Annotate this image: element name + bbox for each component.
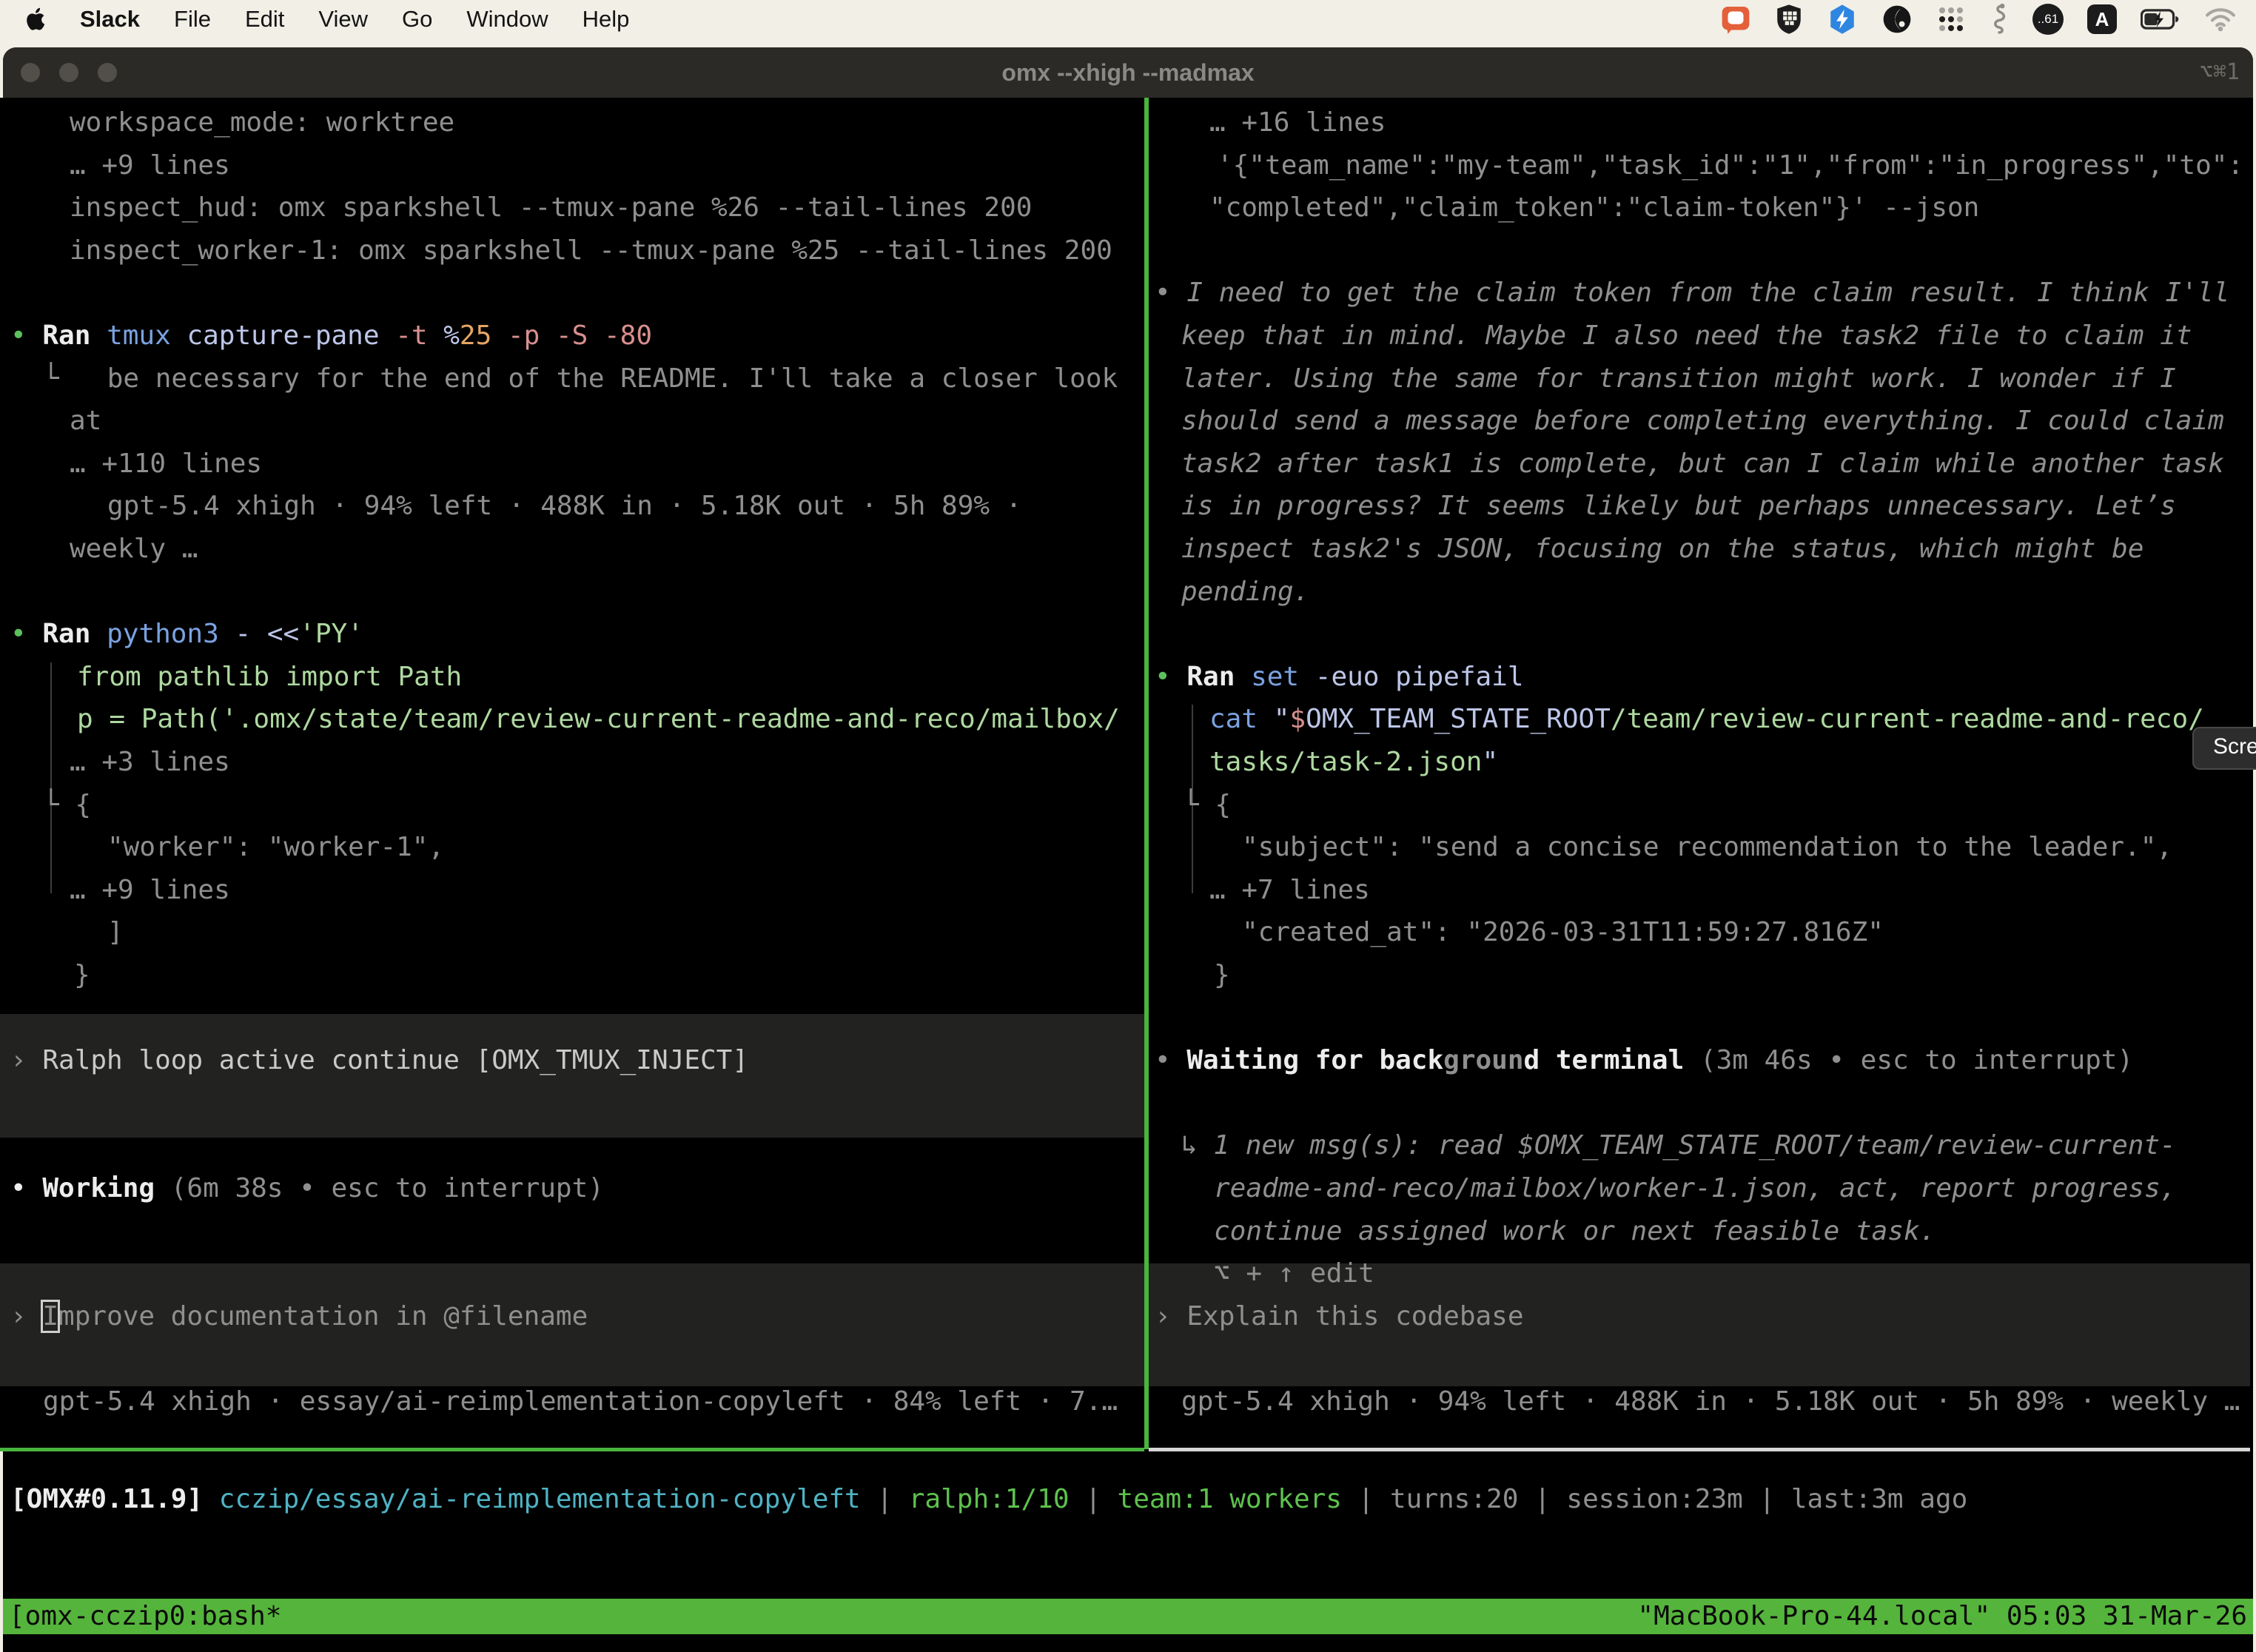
pane-border-bottom-left [0, 1448, 1144, 1451]
terminal-row: • Ran python3 - <<'PY' [10, 617, 363, 652]
terminal-row: later. Using the same for transition mig… [1181, 361, 2176, 397]
crescent-app-icon[interactable] [1881, 4, 1913, 35]
terminal-row: "worker": "worker-1", [107, 830, 444, 865]
pane-divider[interactable] [1144, 98, 1149, 1449]
terminal-row: weekly … [70, 531, 198, 567]
lightning-badge-icon[interactable] [1827, 4, 1858, 35]
terminal-row: … +9 lines [70, 873, 230, 908]
terminal-row: … +7 lines [1209, 873, 1370, 908]
terminal-row: inspect task2's JSON, focusing on the st… [1181, 531, 2143, 567]
window-title: omx --xhigh --madmax [3, 47, 2253, 98]
shield-grid-icon[interactable] [1775, 4, 1803, 35]
menu-item-view[interactable]: View [318, 6, 368, 33]
countdown-badge-icon[interactable]: ..61 [2032, 4, 2064, 35]
tmux-host-clock: "MacBook-Pro-44.local" 05:03 31-Mar-26 [1637, 1599, 2253, 1634]
text-cursor: I [42, 1301, 58, 1332]
terminal-row: p = Path('.omx/state/team/review-current… [77, 702, 1120, 737]
terminal-row: ⌥ + ↑ edit [1214, 1256, 1374, 1292]
terminal-row: … +9 lines [70, 148, 230, 184]
terminal-row: "subject": "send a concise recommendatio… [1242, 830, 2172, 865]
tmux-pane-right: … +16 lines '{"team_name":"my-team","task… [1149, 98, 2250, 1449]
omx-status-segment: | [1070, 1484, 1118, 1514]
terminal-row: should send a message before completing … [1181, 403, 2224, 439]
terminal-row: └ { [43, 788, 91, 823]
ralph-loop-status: › Ralph loop active continue [OMX_TMUX_I… [10, 1043, 748, 1078]
terminal-row: task2 after task1 is complete, but can I… [1181, 446, 2224, 482]
terminal-row: └ { [1183, 788, 1231, 823]
terminal-row: } [74, 958, 90, 993]
working-status: • Working (6m 38s • esc to interrupt) [10, 1171, 604, 1206]
terminal-row: pending. [1181, 574, 1309, 610]
terminal-row: continue assigned work or next feasible … [1214, 1214, 1936, 1249]
terminal-row: └ be necessary for the end of the README… [43, 361, 1118, 397]
omx-status-segment: [OMX#0.11.9] [10, 1484, 219, 1514]
terminal-row: keep that in mind. Maybe I also need the… [1181, 318, 2192, 354]
terminal-row: ↳ 1 new msg(s): read $OMX_TEAM_STATE_ROO… [1181, 1128, 2176, 1164]
tmux-session-label: [omx-cczip0:bash* [3, 1599, 281, 1634]
terminal-row: gpt-5.4 xhigh · 94% left · 488K in · 5.1… [1181, 1384, 2240, 1420]
terminal-row: at [70, 403, 101, 439]
terminal-row: '{"team_name":"my-team","task_id":"1","f… [1217, 148, 2243, 184]
terminal-row: workspace_mode: worktree [70, 105, 454, 141]
terminal-row: is in progress? It seems likely but perh… [1181, 488, 2176, 524]
omx-status-segment: | turns:20 | session:23m | last:3m ago [1342, 1484, 1967, 1514]
terminal-row: readme-and-reco/mailbox/worker-1.json, a… [1214, 1171, 2176, 1206]
window-shortcut-badge: ⌥⌘1 [2200, 47, 2240, 98]
dots-grid-icon[interactable] [1936, 4, 1966, 34]
prompt-input-left[interactable]: › Improve documentation in @filename [10, 1299, 588, 1334]
terminal-row: from pathlib import Path [77, 659, 462, 695]
battery-icon[interactable] [2141, 5, 2181, 33]
menu-item-help[interactable]: Help [583, 6, 630, 33]
waiting-status: • Waiting for background terminal (3m 46… [1155, 1043, 2133, 1078]
terminal-row: • Ran tmux capture-pane -t %25 -p -S -80 [10, 318, 652, 354]
terminal-row: inspect_worker-1: omx sparkshell --tmux-… [70, 233, 1112, 269]
menu-item-file[interactable]: File [174, 6, 211, 33]
menu-item-go[interactable]: Go [402, 6, 432, 33]
terminal-row: … +110 lines [70, 446, 262, 482]
menu-bar: Slack File Edit View Go Window Help [0, 0, 2256, 38]
terminal-row: cat "$OMX_TEAM_STATE_ROOT/team/review-cu… [1209, 702, 2204, 737]
terminal-row: … +3 lines [70, 745, 230, 780]
tooltip: Scre [2192, 727, 2256, 770]
terminal-row: • I need to get the claim token from the… [1155, 275, 2229, 311]
terminal-row: "created_at": "2026-03-31T11:59:27.816Z" [1242, 915, 1884, 950]
terminal-row: • Ran set -euo pipefail [1155, 659, 1524, 695]
terminal-row: tasks/task-2.json" [1209, 745, 1498, 780]
terminal-row: inspect_hud: omx sparkshell --tmux-pane … [70, 190, 1032, 226]
terminal-row: … +16 lines [1209, 105, 1386, 141]
tmux-status-bar: [omx-cczip0:bash* "MacBook-Pro-44.local"… [3, 1599, 2253, 1634]
window-title-bar[interactable]: omx --xhigh --madmax ⌥⌘1 [3, 47, 2253, 98]
screen: Slack File Edit View Go Window Help [0, 0, 2256, 1652]
omx-status-segment: | [861, 1484, 909, 1514]
terminal-row: "completed","claim_token":"claim-token"}… [1209, 190, 1979, 226]
squiggle-icon[interactable] [1990, 3, 2009, 36]
active-app-name[interactable]: Slack [80, 6, 140, 33]
menu-item-edit[interactable]: Edit [245, 6, 284, 33]
terminal-row: } [1214, 958, 1230, 993]
terminal-row: gpt-5.4 xhigh · 94% left · 488K in · 5.1… [107, 488, 1021, 524]
omx-status-segment: cczip/essay/ai-reimplementation-copyleft [219, 1484, 861, 1514]
pane-border-bottom-right [1149, 1448, 2250, 1451]
omx-status-segment: ralph:1/10 [909, 1484, 1070, 1514]
terminal-row: ] [107, 915, 124, 950]
prompt-input-right[interactable]: › Explain this codebase [1155, 1299, 1524, 1334]
indent-guide [50, 662, 52, 893]
terminal-row: gpt-5.4 xhigh · essay/ai-reimplementatio… [43, 1384, 1118, 1420]
screen-recording-icon[interactable] [1720, 4, 1751, 35]
tmux-pane-left: workspace_mode: worktree … +9 lines inspec… [0, 98, 1144, 1449]
input-source-icon[interactable]: A [2087, 4, 2117, 34]
omx-status-line: [OMX#0.11.9] cczip/essay/ai-reimplementa… [10, 1482, 1967, 1517]
apple-menu-icon[interactable] [25, 7, 46, 31]
omx-status-segment: team:1 workers [1118, 1484, 1342, 1514]
wifi-icon[interactable] [2204, 6, 2237, 33]
menu-item-window[interactable]: Window [466, 6, 548, 33]
